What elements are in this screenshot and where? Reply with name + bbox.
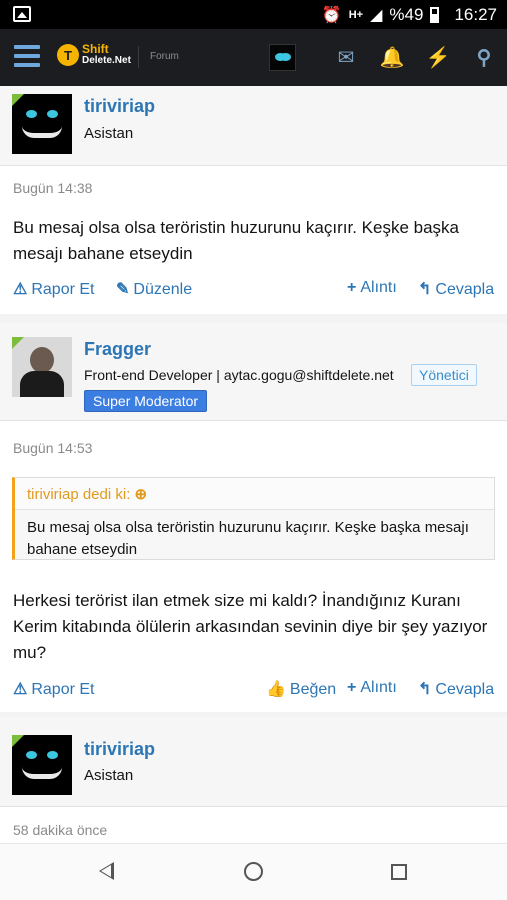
warning-icon: ⚠ (13, 681, 28, 698)
bell-icon[interactable]: 🔔 (369, 45, 415, 70)
username[interactable]: tiriviriap (84, 739, 155, 760)
system-nav-bar (0, 843, 507, 900)
bolt-icon[interactable]: ⚡ (415, 45, 461, 70)
battery-percent: %49 (389, 5, 424, 24)
thread-content[interactable]: tiriviriap Asistan Bugün 14:38 Bu mesaj … (0, 86, 507, 843)
menu-icon[interactable] (14, 45, 40, 67)
clock: 16:27 (454, 5, 497, 24)
avatar[interactable] (12, 735, 72, 795)
reply-icon: ↰ (418, 281, 432, 298)
quote-text: Bu mesaj olsa olsa teröristin huzurunu k… (27, 519, 469, 558)
expand-quote-icon[interactable]: ⊕ (135, 486, 148, 503)
quote-author[interactable]: tiriviriap dedi ki: (27, 486, 130, 503)
username[interactable]: tiriviriap (84, 96, 155, 117)
user-title: Asistan (84, 125, 134, 142)
quote-button[interactable]: + Alıntı (347, 279, 397, 297)
alarm-icon: ⏰ (321, 7, 342, 24)
edit-button[interactable]: ✎ Düzenle (116, 279, 192, 299)
reply-button[interactable]: ↰ Cevapla (418, 679, 494, 699)
site-logo[interactable]: T Shift Delete.Net (57, 42, 131, 66)
plus-icon: + (347, 679, 357, 696)
home-icon[interactable] (244, 862, 263, 881)
thumbs-up-icon: 👍 (266, 681, 286, 698)
status-icons: ⏰ H+ ◢ %49 16:27 (322, 5, 497, 25)
post-author-block: Fragger Front-end Developer | aytac.gogu… (0, 323, 507, 421)
user-title: Front-end Developer | aytac.gogu@shiftde… (84, 367, 394, 383)
app-header: T Shift Delete.Net Forum ✉ 🔔 ⚡ ⚲ (0, 29, 507, 86)
forum-label[interactable]: Forum (150, 51, 179, 62)
post: Fragger Front-end Developer | aytac.gogu… (0, 323, 507, 712)
battery-icon (430, 7, 440, 23)
report-button[interactable]: ⚠ Rapor Et (13, 279, 94, 299)
network-type: H+ (348, 9, 364, 21)
pencil-icon: ✎ (116, 281, 130, 298)
post-date[interactable]: Bugün 14:53 (13, 440, 92, 456)
reply-button[interactable]: ↰ Cevapla (418, 279, 494, 299)
logo-text-line1: Shift (82, 42, 109, 56)
user-title: Asistan (84, 767, 134, 784)
post-author-block: tiriviriap Asistan (0, 86, 507, 166)
plus-icon: + (347, 279, 357, 296)
envelope-icon[interactable]: ✉ (323, 45, 369, 70)
search-icon[interactable]: ⚲ (461, 45, 507, 70)
header-actions: ✉ 🔔 ⚡ ⚲ (269, 29, 507, 86)
logo-mark: T (57, 44, 79, 66)
account-avatar[interactable] (269, 44, 296, 71)
post-date[interactable]: 58 dakika önce (13, 822, 107, 838)
post-actions: ⚠ Rapor Et 👍 Beğen + Alıntı ↰ Cevapla (13, 679, 494, 701)
post-date[interactable]: Bugün 14:38 (13, 180, 92, 196)
username[interactable]: Fragger (84, 339, 151, 360)
post-author-block: tiriviriap Asistan (0, 717, 507, 807)
signal-icon: ◢ (370, 7, 383, 24)
avatar[interactable] (12, 337, 72, 397)
like-button[interactable]: 👍 Beğen (266, 679, 336, 699)
reply-icon: ↰ (418, 681, 432, 698)
header-divider (138, 46, 139, 68)
post-actions: ⚠ Rapor Et ✎ Düzenle + Alıntı ↰ Cevapla (13, 279, 494, 301)
warning-icon: ⚠ (13, 281, 28, 298)
user-banner: Super Moderator (84, 390, 208, 412)
post-message: Herkesi terörist ilan etmek size mi kald… (13, 591, 488, 662)
quote-header[interactable]: tiriviriap dedi ki: ⊕ (15, 478, 494, 510)
image-notification-icon (13, 6, 31, 22)
quote-block: tiriviriap dedi ki: ⊕ Bu mesaj olsa olsa… (12, 477, 495, 560)
quote-button[interactable]: + Alıntı (347, 679, 397, 697)
report-button[interactable]: ⚠ Rapor Et (13, 679, 94, 699)
back-icon[interactable] (99, 862, 114, 880)
post-message: Bu mesaj olsa olsa teröristin huzurunu k… (13, 218, 459, 263)
post: tiriviriap Asistan Bugün 14:38 Bu mesaj … (0, 86, 507, 314)
staff-badge: Yönetici (411, 364, 477, 386)
recents-icon[interactable] (391, 864, 407, 880)
logo-text-line2: Delete.Net (82, 55, 131, 66)
avatar[interactable] (12, 94, 72, 154)
status-bar: ⏰ H+ ◢ %49 16:27 (0, 0, 507, 29)
post: tiriviriap Asistan 58 dakika önce (0, 717, 507, 843)
